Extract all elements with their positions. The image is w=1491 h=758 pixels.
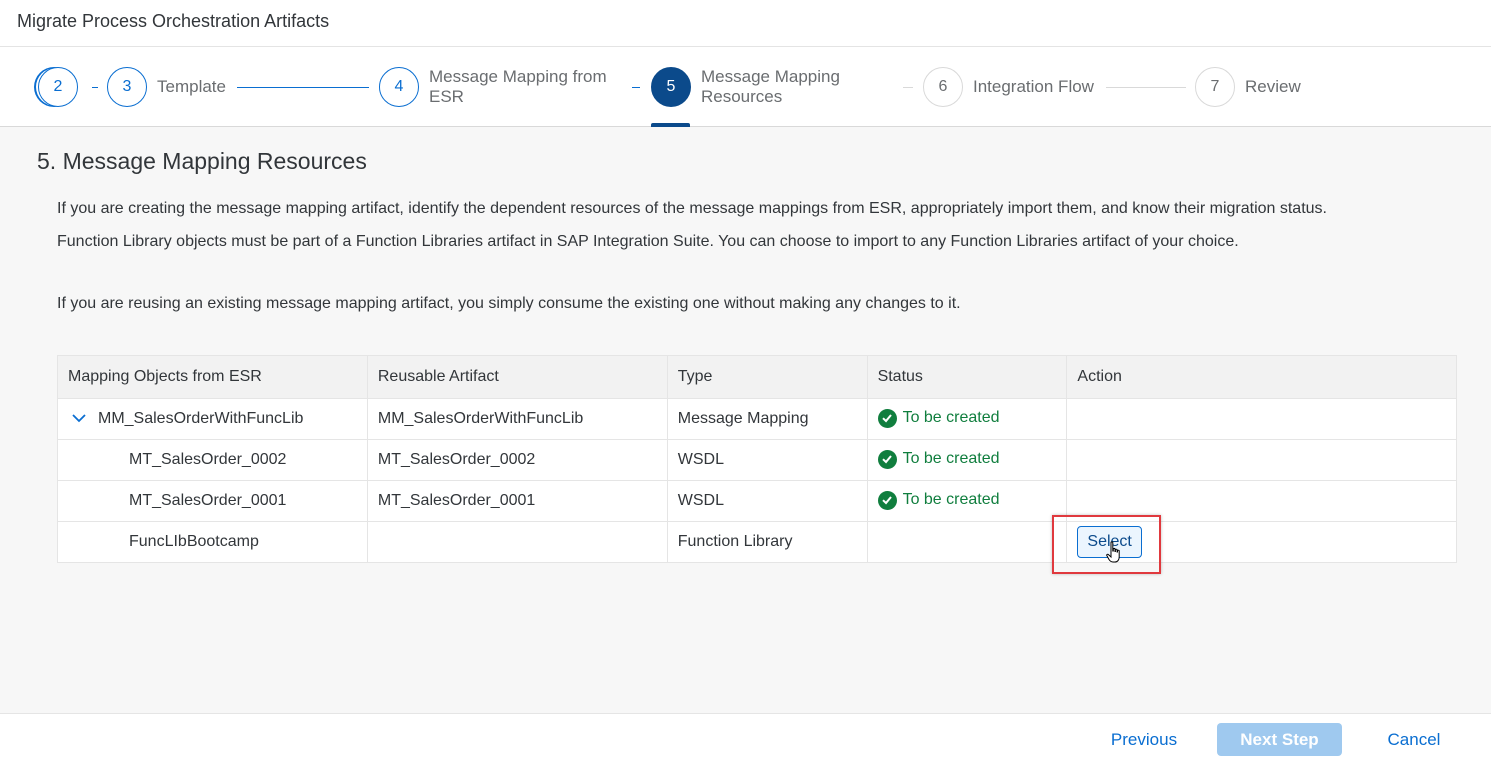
cell-action	[1066, 480, 1457, 522]
next-step-button[interactable]: Next Step	[1217, 723, 1342, 756]
table-row[interactable]: MM_SalesOrderWithFuncLib MM_SalesOrderWi…	[57, 398, 1457, 440]
status-text: To be created	[902, 409, 1000, 427]
column-header-type[interactable]: Type	[666, 355, 868, 399]
wizard-step-4[interactable]: 4 Message Mapping from ESR	[379, 67, 607, 107]
step-content: 5. Message Mapping Resources If you are …	[0, 127, 1491, 713]
step-4-label: Message Mapping from ESR	[429, 67, 607, 107]
column-header-mapping-objects[interactable]: Mapping Objects from ESR	[57, 355, 368, 399]
wizard-step-6: 6 Integration Flow	[923, 67, 1094, 107]
column-header-reusable-artifact[interactable]: Reusable Artifact	[366, 355, 668, 399]
wizard-step-7: 7 Review	[1195, 67, 1301, 107]
wizard-progress-bar: 2 3 Template 4 Message Mapping from ESR …	[0, 47, 1491, 127]
step-4-label-line2: ESR	[429, 87, 464, 106]
cell-status: To be created	[866, 480, 1068, 522]
description-paragraph-1: If you are creating the message mapping …	[57, 200, 1327, 217]
status-text: To be created	[902, 450, 1000, 468]
step-7-number: 7	[1195, 67, 1235, 107]
step-7-label: Review	[1245, 77, 1301, 96]
cell-action	[1066, 398, 1457, 440]
description-paragraph-3: If you are reusing an existing message m…	[57, 295, 961, 312]
step-connector	[632, 87, 640, 88]
cancel-button[interactable]: Cancel	[1376, 723, 1452, 756]
step-4-number: 4	[379, 67, 419, 107]
cell-type: Message Mapping	[666, 398, 868, 440]
mapping-object-name: MM_SalesOrderWithFuncLib	[98, 410, 304, 427]
table-row[interactable]: MT_SalesOrder_0001 MT_SalesOrder_0001 WS…	[57, 480, 1457, 522]
cell-type: Function Library	[666, 521, 868, 563]
chevron-down-icon[interactable]	[72, 410, 86, 426]
column-header-action[interactable]: Action	[1066, 355, 1457, 399]
table-row[interactable]: FuncLIbBootcamp Function Library Select	[57, 521, 1457, 563]
step-6-label: Integration Flow	[973, 77, 1094, 96]
cell-status: To be created	[866, 439, 1068, 481]
status-badge: To be created	[877, 490, 1000, 510]
step-connector	[237, 87, 369, 88]
step-3-label: Template	[157, 77, 226, 96]
wizard-step-5[interactable]: 5 Message Mapping Resources	[651, 67, 840, 107]
cell-reusable-artifact: MT_SalesOrder_0002	[366, 439, 668, 481]
step-6-number: 6	[923, 67, 963, 107]
section-title: 5. Message Mapping Resources	[37, 148, 367, 174]
description-paragraph-2: Function Library objects must be part of…	[57, 233, 1239, 250]
wizard-step-3[interactable]: 3 Template	[107, 67, 226, 107]
step-3-number: 3	[107, 67, 147, 107]
dialog-footer: Previous Next Step Cancel	[0, 713, 1491, 758]
cell-reusable-artifact: MT_SalesOrder_0001	[366, 480, 668, 522]
status-text: To be created	[902, 491, 1000, 509]
step-5-number: 5	[651, 67, 691, 107]
column-header-status[interactable]: Status	[866, 355, 1068, 399]
cell-status	[866, 521, 1068, 563]
table-header-row: Mapping Objects from ESR Reusable Artifa…	[57, 355, 1457, 399]
hand-cursor-icon	[1106, 541, 1124, 565]
cell-type: WSDL	[666, 480, 868, 522]
step-2-number: 2	[38, 67, 78, 107]
previous-button[interactable]: Previous	[1098, 723, 1190, 756]
cell-status: To be created	[866, 398, 1068, 440]
table-row[interactable]: MT_SalesOrder_0002 MT_SalesOrder_0002 WS…	[57, 439, 1457, 481]
step-5-label-line2: Resources	[701, 87, 783, 106]
cell-mapping-object: MT_SalesOrder_0001	[57, 480, 368, 522]
cell-action: Select	[1066, 521, 1457, 563]
mapping-resources-table: Mapping Objects from ESR Reusable Artifa…	[57, 355, 1457, 563]
check-circle-icon	[877, 490, 897, 510]
cell-reusable-artifact	[366, 521, 668, 563]
cell-action	[1066, 439, 1457, 481]
step-5-label-line1: Message Mapping	[701, 67, 840, 86]
step-connector	[903, 87, 913, 88]
status-badge: To be created	[877, 449, 1000, 469]
step-4-label-line1: Message Mapping from	[429, 67, 607, 86]
cell-mapping-object: MT_SalesOrder_0002	[57, 439, 368, 481]
cell-mapping-object: MM_SalesOrderWithFuncLib	[57, 398, 368, 440]
cell-reusable-artifact: MM_SalesOrderWithFuncLib	[366, 398, 668, 440]
dialog-title: Migrate Process Orchestration Artifacts	[17, 11, 330, 31]
cell-type: WSDL	[666, 439, 868, 481]
step-5-label: Message Mapping Resources	[701, 67, 840, 107]
dialog-header: Migrate Process Orchestration Artifacts	[0, 0, 1491, 47]
check-circle-icon	[877, 408, 897, 428]
check-circle-icon	[877, 449, 897, 469]
cell-mapping-object: FuncLIbBootcamp	[57, 521, 368, 563]
wizard-step-2[interactable]: 2	[38, 67, 78, 107]
step-connector	[92, 87, 98, 88]
status-badge: To be created	[877, 408, 1000, 428]
step-connector	[1106, 87, 1186, 88]
